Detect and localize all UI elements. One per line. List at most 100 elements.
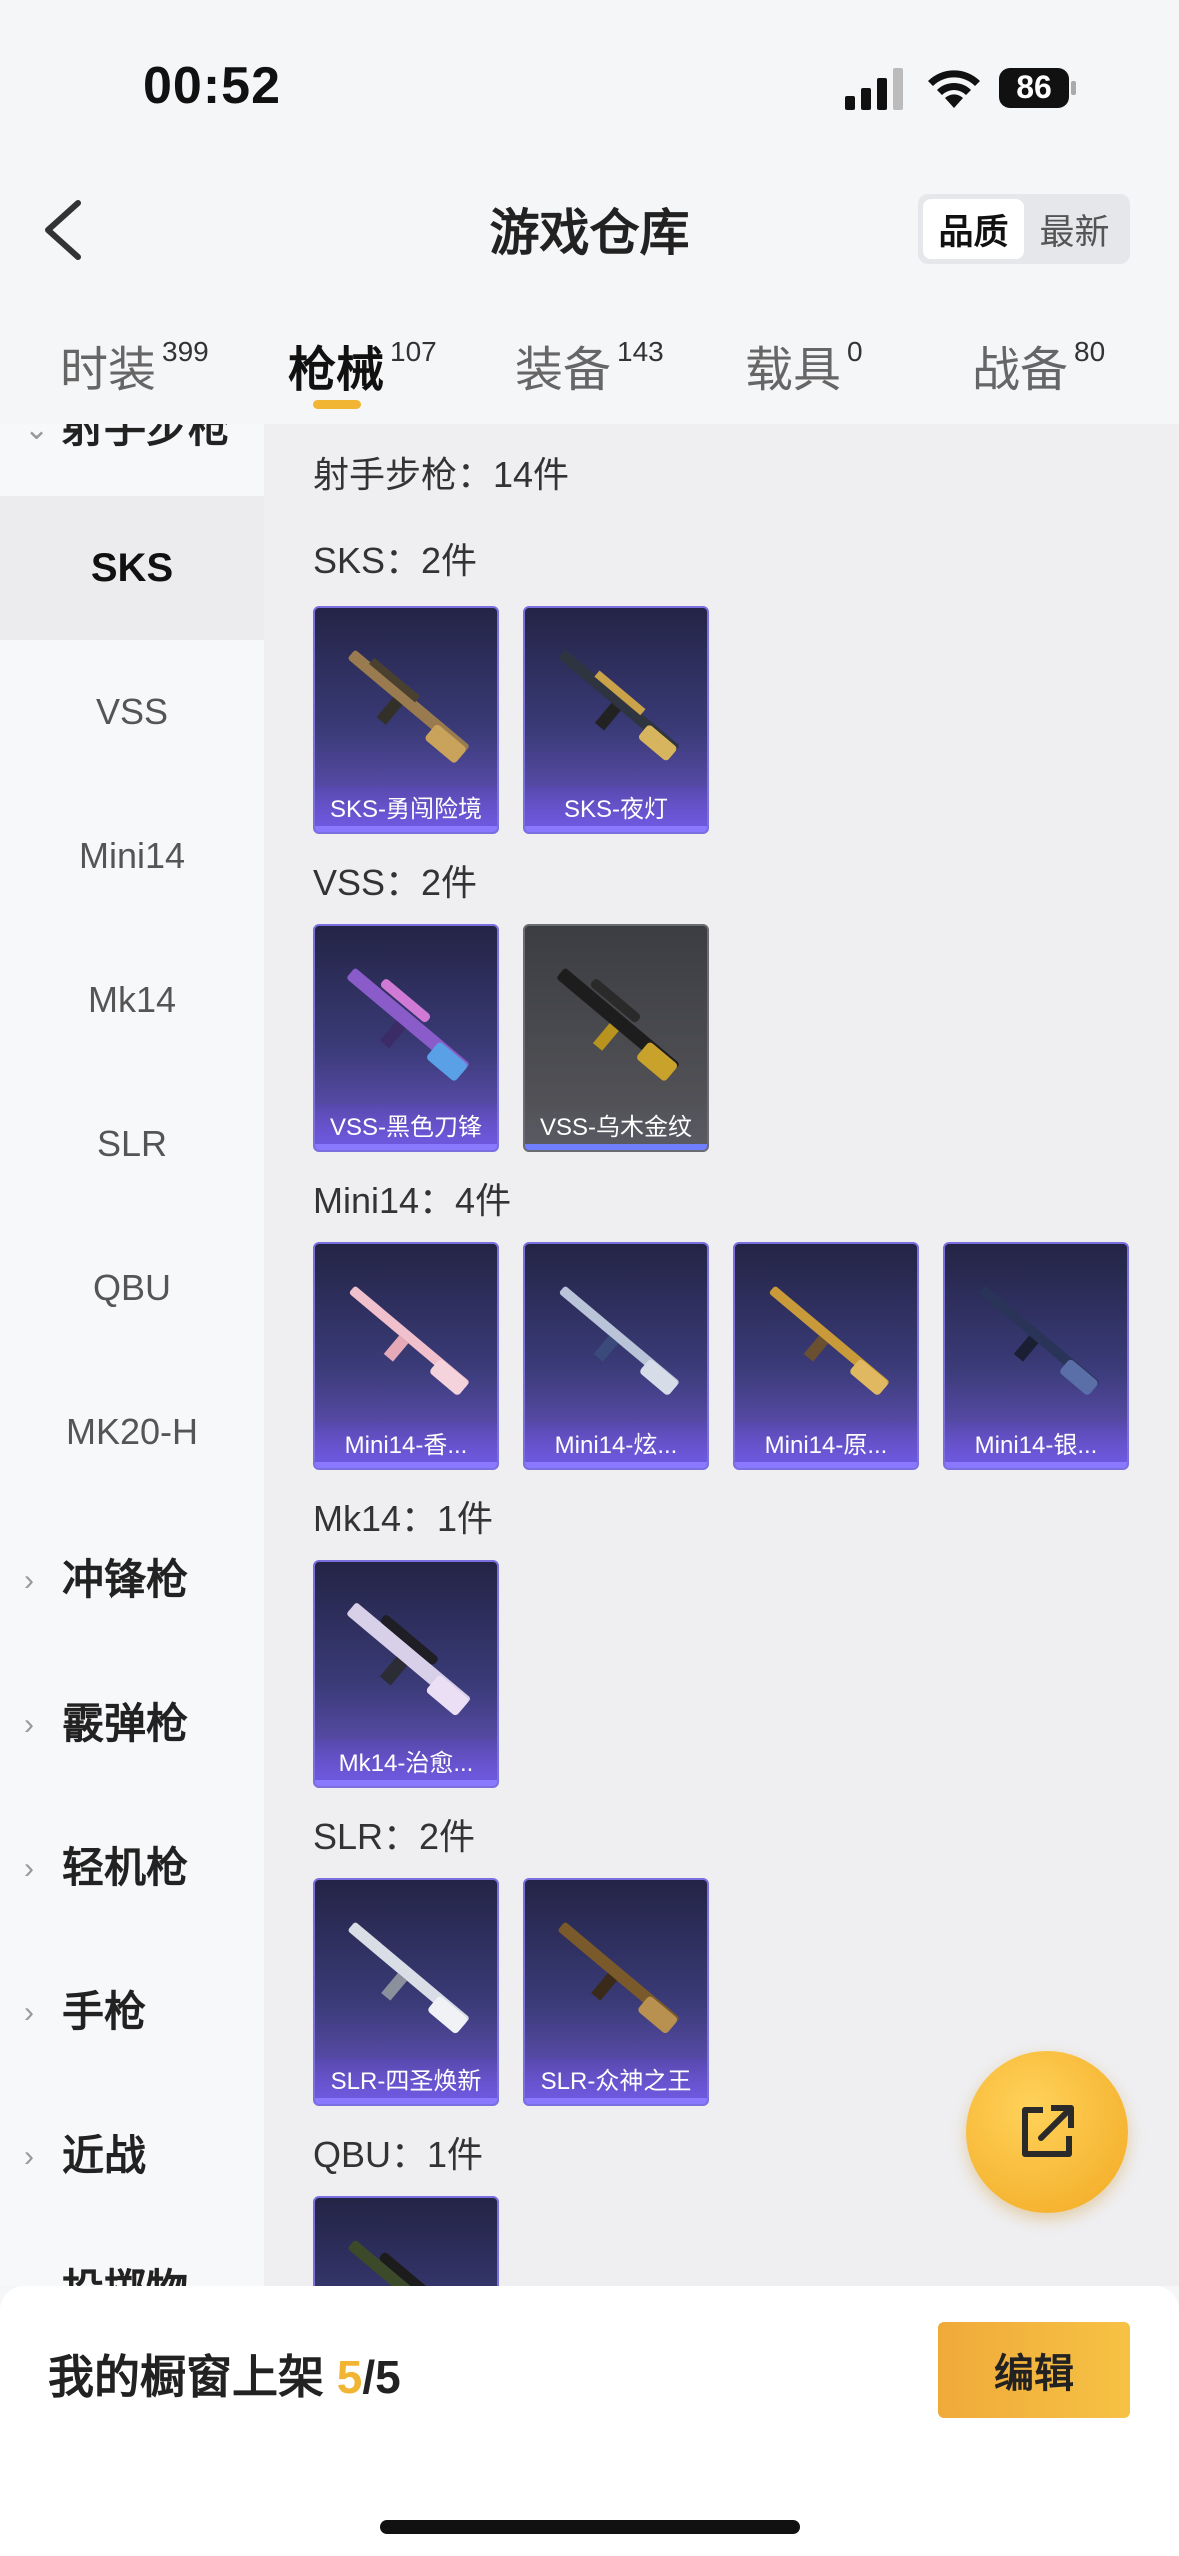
skin-label: SKS-夜灯 <box>525 786 707 826</box>
tab-count: 143 <box>617 336 664 367</box>
sidebar-group-label: 冲锋枪 <box>62 1555 189 1603</box>
skin-label: Mini14-原... <box>735 1422 917 1462</box>
tab-count: 107 <box>390 336 437 367</box>
section-title-slr: SLR：2件 <box>313 1816 476 1857</box>
sidebar-item-sks[interactable]: SKS <box>0 496 264 640</box>
rarity-stripe <box>315 1780 497 1786</box>
home-indicator[interactable] <box>380 2520 800 2534</box>
wifi-icon <box>928 70 980 108</box>
sidebar-group-label: 近战 <box>62 2131 147 2179</box>
rifle-icon <box>557 968 679 1081</box>
showcase-total: /5 <box>362 2351 401 2403</box>
sidebar-group-pistol[interactable]: › 手枪 <box>0 1936 264 2080</box>
section-title-qbu: QBU：1件 <box>313 2134 484 2175</box>
battery-level: 86 <box>1016 69 1052 105</box>
chevron-right-icon: › <box>24 2140 34 2173</box>
skin-card[interactable] <box>313 2196 499 2286</box>
rifle-icon <box>558 1922 679 2034</box>
sidebar-group-label: 投掷物 <box>62 2256 188 2287</box>
skin-card[interactable]: SLR-四圣焕新 <box>313 1878 499 2106</box>
category-tabs: 时装 399 枪械 107 装备 143 载具 0 战备 80 <box>0 300 1179 424</box>
sidebar-item-mini14[interactable]: Mini14 <box>0 784 264 928</box>
skin-label: Mini14-银... <box>945 1422 1127 1462</box>
section-title-mk14: Mk14：1件 <box>313 1498 494 1539</box>
skin-label: Mk14-治愈... <box>315 1740 497 1780</box>
tab-label: 载具 <box>745 344 842 397</box>
rifle-icon <box>348 1922 469 2034</box>
chevron-right-icon: › <box>24 1852 34 1885</box>
rarity-stripe <box>735 1462 917 1468</box>
chevron-right-icon: › <box>24 1564 34 1597</box>
tab-label: 枪械 <box>288 344 385 397</box>
cellular-signal-icon <box>845 68 903 110</box>
tab-firearms[interactable]: 枪械 107 <box>288 330 437 400</box>
sidebar-item-qbu[interactable]: QBU <box>0 1216 264 1360</box>
skin-card[interactable]: Mini14-原... <box>733 1242 919 1470</box>
rarity-stripe <box>315 1462 497 1468</box>
sort-option-newest[interactable]: 最新 <box>1024 199 1125 259</box>
sort-toggle[interactable]: 品质 最新 <box>918 194 1130 264</box>
chevron-down-icon: ⌄ <box>24 424 50 446</box>
category-count-title: 射手步枪：14件 <box>313 454 570 495</box>
skin-card[interactable]: Mini14-香... <box>313 1242 499 1470</box>
rarity-stripe <box>525 826 707 832</box>
tab-supplies[interactable]: 战备 80 <box>972 330 1105 400</box>
item-grid-panel[interactable]: 射手步枪：14件 SKS：2件 SKS-勇闯险境 SKS-夜灯 VSS：2件 V… <box>264 424 1179 2286</box>
rarity-stripe <box>525 1462 707 1468</box>
chevron-right-icon: › <box>24 1708 34 1741</box>
skin-label: SKS-勇闯险境 <box>315 786 497 826</box>
skin-label: SLR-众神之王 <box>525 2058 707 2098</box>
tab-fashion[interactable]: 时装 399 <box>60 330 209 400</box>
sidebar-group-shotgun[interactable]: › 霰弹枪 <box>0 1648 264 1792</box>
tab-label: 时装 <box>60 344 157 397</box>
skin-card[interactable]: Mk14-治愈... <box>313 1560 499 1788</box>
rifle-icon <box>347 1603 471 1716</box>
skin-card[interactable]: VSS-乌木金纹 <box>523 924 709 1152</box>
tab-equipment[interactable]: 装备 143 <box>515 330 664 400</box>
rifle-icon <box>348 650 469 763</box>
showcase-count: 我的橱窗上架 5/5 <box>48 2341 401 2407</box>
sidebar-group-label: 射手步枪 <box>62 424 231 451</box>
sort-option-quality[interactable]: 品质 <box>923 199 1024 259</box>
rarity-stripe <box>525 1144 707 1150</box>
clock: 00:52 <box>143 57 281 115</box>
sidebar-item-mk14[interactable]: Mk14 <box>0 928 264 1072</box>
skin-card[interactable]: SLR-众神之王 <box>523 1878 709 2106</box>
external-link-icon <box>1022 2105 1074 2157</box>
sidebar-group-lmg[interactable]: › 轻机枪 <box>0 1792 264 1936</box>
active-tab-indicator <box>313 400 361 409</box>
sidebar-item-mk20h[interactable]: MK20-H <box>0 1360 264 1504</box>
sidebar-group-label: 手枪 <box>62 1987 147 2035</box>
skin-label: SLR-四圣焕新 <box>315 2058 497 2098</box>
skin-card[interactable]: Mini14-银... <box>943 1242 1129 1470</box>
tab-count: 0 <box>847 336 863 367</box>
rifle-icon <box>769 1286 889 1395</box>
chevron-down-icon: ⌄ <box>24 2274 49 2286</box>
sidebar-group-melee[interactable]: › 近战 <box>0 2080 264 2224</box>
weapon-sidebar[interactable]: ⌄ 射手步枪 SKS VSS Mini14 Mk14 SLR QBU MK20-H… <box>0 424 264 2286</box>
rifle-icon <box>559 1286 679 1395</box>
rarity-stripe <box>525 2098 707 2104</box>
tab-vehicles[interactable]: 载具 0 <box>745 330 863 400</box>
sidebar-item-slr[interactable]: SLR <box>0 1072 264 1216</box>
battery-icon: 86 <box>998 66 1078 110</box>
sidebar-group-marksman[interactable]: ⌄ 射手步枪 <box>0 424 264 484</box>
sidebar-group-smg[interactable]: › 冲锋枪 <box>0 1504 264 1648</box>
rifle-icon <box>348 2240 469 2286</box>
skin-label: VSS-黑色刀锋 <box>315 1104 497 1144</box>
skin-card[interactable]: SKS-勇闯险境 <box>313 606 499 834</box>
rifle-icon <box>559 650 679 761</box>
rifle-icon <box>347 968 469 1081</box>
skin-card[interactable]: VSS-黑色刀锋 <box>313 924 499 1152</box>
rifle-icon <box>349 1286 469 1395</box>
skin-card[interactable]: Mini14-炫... <box>523 1242 709 1470</box>
edit-button[interactable]: 编辑 <box>938 2322 1130 2418</box>
share-fab[interactable] <box>966 2051 1128 2213</box>
rarity-stripe <box>945 1462 1127 1468</box>
rarity-stripe <box>315 1144 497 1150</box>
sidebar-item-vss[interactable]: VSS <box>0 640 264 784</box>
rarity-stripe <box>315 826 497 832</box>
chevron-right-icon: › <box>24 1996 34 2029</box>
sidebar-group-throwables[interactable]: ⌄ 投掷物 <box>0 2214 264 2287</box>
skin-card[interactable]: SKS-夜灯 <box>523 606 709 834</box>
